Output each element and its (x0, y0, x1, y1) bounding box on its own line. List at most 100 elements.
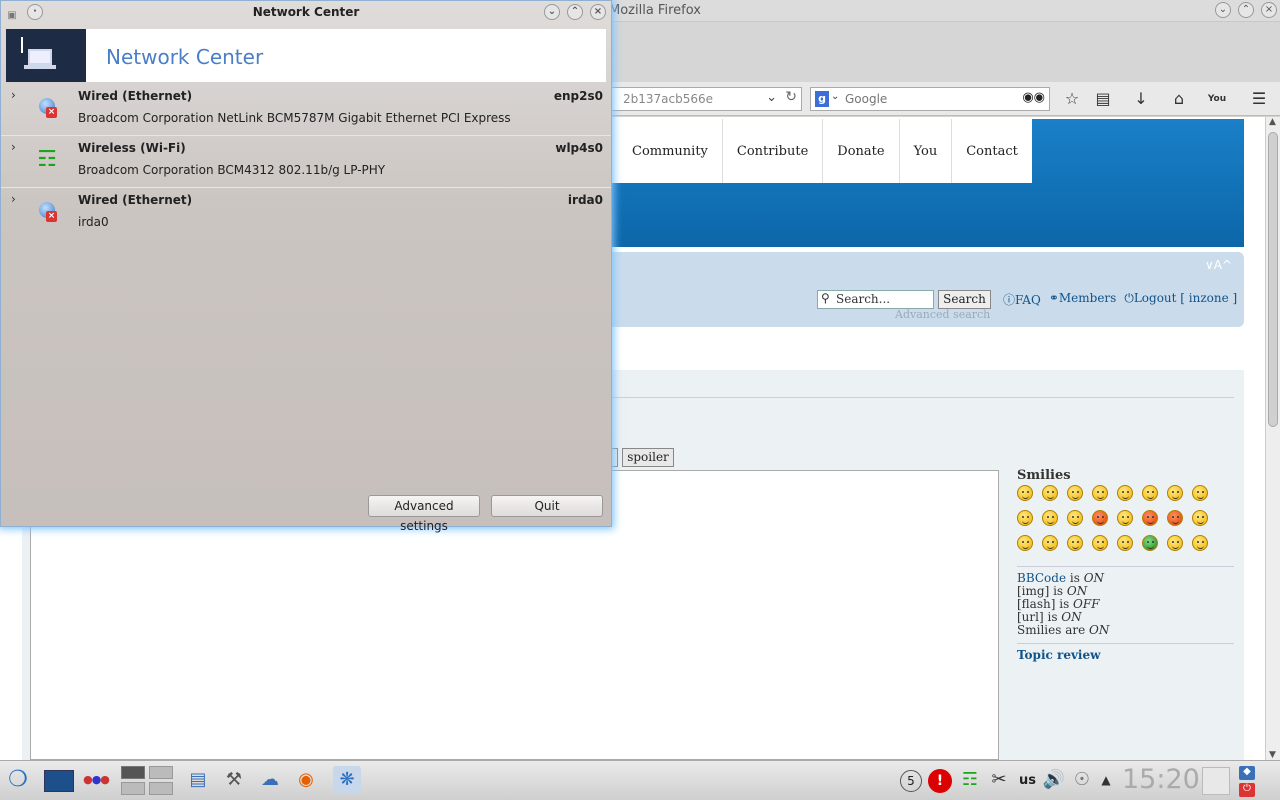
smiley-icon[interactable] (1167, 510, 1183, 526)
smiley-icon[interactable] (1167, 535, 1183, 551)
smiley-icon[interactable] (1192, 485, 1208, 501)
settings-tools-icon[interactable]: ⚒ (220, 766, 248, 794)
google-icon[interactable]: g (815, 91, 829, 107)
img-label: [img] (1017, 584, 1050, 598)
smiley-icon[interactable] (1117, 485, 1133, 501)
youtube-icon[interactable]: You (1206, 88, 1228, 110)
smiley-icon[interactable] (1042, 510, 1058, 526)
smiley-icon[interactable] (1142, 510, 1158, 526)
smiley-icon[interactable] (1117, 535, 1133, 551)
search-icon: ⚲ (821, 291, 830, 305)
menu-icon[interactable]: ☰ (1248, 88, 1270, 110)
chevron-down-icon[interactable]: ⌄ (766, 90, 777, 105)
smiley-icon[interactable] (1017, 535, 1033, 551)
smiley-icon[interactable] (1067, 535, 1083, 551)
forum-search-input[interactable]: ⚲ Search... (817, 290, 934, 309)
logout-link[interactable]: ⏻Logout [ inzone ] (1124, 291, 1237, 308)
reload-icon[interactable]: ↻ (785, 89, 797, 105)
members-link[interactable]: ⚭Members (1049, 291, 1117, 308)
smiley-icon[interactable] (1042, 535, 1058, 551)
home-icon[interactable]: ⌂ (1168, 88, 1190, 110)
pin-icon[interactable]: · (27, 4, 43, 20)
desktop-icon[interactable] (44, 770, 74, 792)
nav-community[interactable]: Community (612, 119, 723, 183)
forum-search-button[interactable]: Search (938, 290, 991, 309)
quit-button[interactable]: Quit (491, 495, 603, 517)
nav-donate[interactable]: Donate (823, 119, 900, 183)
web-search-box[interactable]: g ⌄ ◉◉ (810, 87, 1050, 111)
activities-icon[interactable]: ●●● (82, 766, 110, 794)
interface-row[interactable]: › ☶ Wireless (Wi-Fi) wlp4s0 Broadcom Cor… (1, 136, 611, 188)
smiley-icon[interactable] (1192, 510, 1208, 526)
smiley-icon[interactable] (1092, 510, 1108, 526)
network-center-task-icon[interactable]: ❋ (333, 766, 361, 794)
lock-icon[interactable]: ◆ (1239, 766, 1255, 780)
chevron-right-icon[interactable]: › (11, 140, 16, 154)
advanced-settings-button[interactable]: Advanced settings (368, 495, 480, 533)
font-size-control[interactable]: ∨A^ (1205, 258, 1232, 272)
interface-device: wlp4s0 (555, 141, 603, 155)
smiley-icon[interactable] (1167, 485, 1183, 501)
network-manager-icon[interactable]: ☁ (256, 766, 284, 794)
update-badge[interactable]: 5 (900, 770, 922, 792)
nav-you[interactable]: You (900, 119, 953, 183)
clipboard-icon[interactable]: ✂ (985, 766, 1013, 794)
binoculars-icon[interactable]: ◉◉ (1022, 90, 1045, 105)
smiley-icon[interactable] (1142, 535, 1158, 551)
scroll-thumb[interactable] (1268, 132, 1278, 427)
firefox-icon[interactable]: ◉ (292, 766, 320, 794)
nc-titlebar: ▣ · Network Center ⌄ ⌃ × (1, 1, 611, 23)
pager-icon[interactable] (121, 766, 175, 796)
advanced-search-link[interactable]: Advanced search (895, 308, 990, 321)
page-scrollbar[interactable]: ▲ ▼ (1265, 117, 1280, 760)
faq-link[interactable]: ⓘFAQ (1003, 291, 1041, 308)
smiley-icon[interactable] (1017, 510, 1033, 526)
interface-device: enp2s0 (553, 89, 603, 103)
clock[interactable]: 15:20 (1122, 764, 1200, 795)
close-icon[interactable]: × (1261, 2, 1277, 18)
wifi-tray-icon[interactable]: ☶ (956, 766, 984, 794)
keyboard-layout[interactable]: us (1019, 773, 1036, 788)
minimize-icon[interactable]: ⌄ (1215, 2, 1231, 18)
nav-contribute[interactable]: Contribute (723, 119, 824, 183)
scroll-down-icon[interactable]: ▼ (1269, 750, 1276, 760)
nav-contact[interactable]: Contact (952, 119, 1032, 183)
smilies-mid: are (1061, 623, 1089, 637)
chevron-right-icon[interactable]: › (11, 88, 16, 102)
scroll-up-icon[interactable]: ▲ (1269, 117, 1276, 127)
smiley-icon[interactable] (1142, 485, 1158, 501)
chevron-down-icon[interactable]: ⌄ (831, 91, 839, 102)
download-icon[interactable]: ↓ (1130, 88, 1152, 110)
maximize-icon[interactable]: ⌃ (1238, 2, 1254, 18)
smiley-icon[interactable] (1092, 535, 1108, 551)
minimize-icon[interactable]: ⌄ (544, 4, 560, 20)
notes-icon[interactable]: ▤ (184, 766, 212, 794)
interface-row[interactable]: › × Wired (Ethernet) irda0 irda0 (1, 188, 611, 240)
topic-review-link[interactable]: Topic review (1017, 648, 1100, 662)
close-icon[interactable]: × (590, 4, 606, 20)
chevron-right-icon[interactable]: › (11, 192, 16, 206)
smiley-icon[interactable] (1092, 485, 1108, 501)
url-bar[interactable]: 2b137acb566e ⌄ ↻ (600, 87, 802, 111)
shutdown-icon[interactable]: ⏻ (1239, 783, 1255, 797)
calendar-widget[interactable] (1202, 767, 1230, 795)
smiley-icon[interactable] (1067, 485, 1083, 501)
smiley-icon[interactable] (1042, 485, 1058, 501)
smiley-icon[interactable] (1017, 485, 1033, 501)
expand-tray-icon[interactable]: ▲ (1092, 766, 1120, 794)
bbcode-link[interactable]: BBCode (1017, 571, 1066, 585)
smiley-icon[interactable] (1192, 535, 1208, 551)
spoiler-button[interactable]: spoiler (622, 448, 674, 467)
alert-icon[interactable]: ! (928, 769, 952, 793)
volume-icon[interactable]: 🔊 (1040, 766, 1068, 794)
maximize-icon[interactable]: ⌃ (567, 4, 583, 20)
app-menu-icon[interactable]: ▣ (6, 5, 18, 21)
smiley-icon[interactable] (1117, 510, 1133, 526)
smiley-icon[interactable] (1067, 510, 1083, 526)
bookmark-star-icon[interactable]: ☆ (1061, 88, 1083, 110)
img-val: ON (1066, 584, 1088, 598)
application-launcher-icon[interactable]: ❍ (4, 766, 32, 794)
interface-row[interactable]: › × Wired (Ethernet) enp2s0 Broadcom Cor… (1, 84, 611, 136)
reading-list-icon[interactable]: ▤ (1092, 88, 1114, 110)
web-search-input[interactable] (845, 90, 1025, 108)
